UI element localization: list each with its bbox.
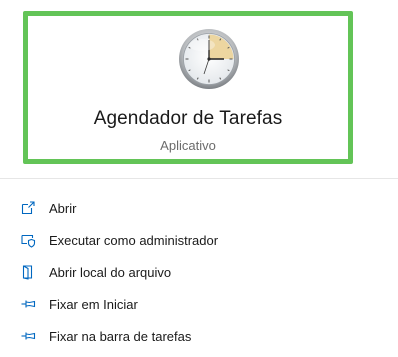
action-open[interactable]: Abrir	[0, 192, 398, 224]
start-search-result-panel: Agendador de Tarefas Aplicativo Abrir Ex…	[0, 0, 398, 357]
action-pin-to-taskbar[interactable]: Fixar na barra de tarefas	[0, 320, 398, 352]
action-label: Fixar na barra de tarefas	[49, 329, 192, 344]
action-label: Abrir	[49, 201, 77, 216]
action-run-as-admin[interactable]: Executar como administrador	[0, 224, 398, 256]
action-label: Fixar em Iniciar	[49, 297, 138, 312]
open-icon	[21, 201, 35, 215]
action-pin-to-start[interactable]: Fixar em Iniciar	[0, 288, 398, 320]
app-type-label: Aplicativo	[160, 138, 216, 153]
action-label: Abrir local do arquivo	[49, 265, 172, 280]
action-open-file-location[interactable]: Abrir local do arquivo	[0, 256, 398, 288]
divider	[0, 178, 398, 179]
pin-icon	[21, 300, 36, 308]
task-scheduler-clock-icon	[179, 29, 239, 89]
app-title: Agendador de Tarefas	[93, 108, 283, 129]
action-label: Executar como administrador	[49, 233, 219, 248]
shield-admin-icon	[21, 234, 36, 248]
file-location-icon	[22, 265, 33, 280]
app-preview-card[interactable]: Agendador de Tarefas Aplicativo	[23, 11, 353, 164]
actions-list: Abrir Executar como administrador Abrir …	[0, 192, 398, 352]
pin-icon	[21, 332, 36, 340]
